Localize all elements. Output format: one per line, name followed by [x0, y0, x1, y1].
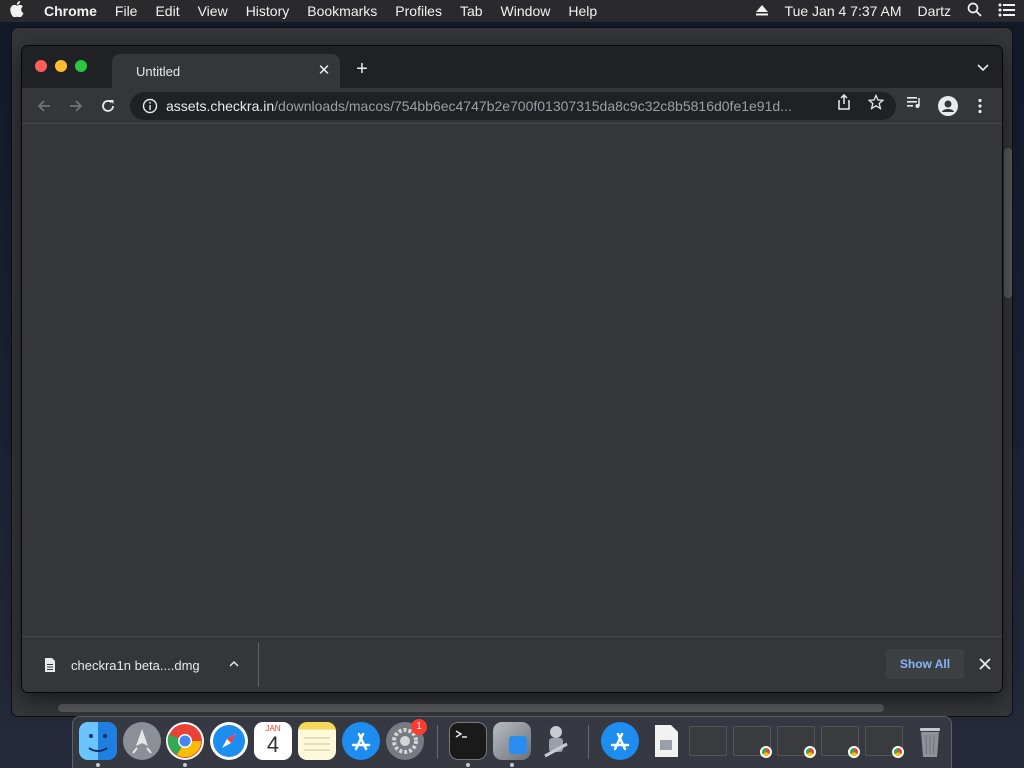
chrome-icon[interactable]	[166, 722, 204, 760]
menu-bar: Chrome File Edit View History Bookmarks …	[0, 0, 1024, 22]
calendar-day: 4	[266, 732, 280, 757]
user-name[interactable]: Dartz	[910, 3, 959, 19]
window-maximize-button[interactable]	[75, 60, 87, 72]
minimized-chrome-window[interactable]	[821, 726, 860, 758]
minimized-chrome-window[interactable]	[733, 726, 772, 758]
tab-search-chevron-icon[interactable]	[976, 60, 990, 74]
dock-divider	[588, 725, 589, 759]
forward-button[interactable]	[66, 96, 86, 116]
divider	[258, 643, 259, 687]
window-close-button[interactable]	[35, 60, 47, 72]
media-queue-icon[interactable]	[906, 94, 922, 110]
new-tab-button[interactable]: +	[352, 59, 372, 79]
chrome-badge-icon	[804, 746, 816, 758]
running-indicator	[466, 763, 470, 767]
menu-history[interactable]: History	[237, 3, 299, 19]
back-button[interactable]	[34, 96, 54, 116]
running-indicator	[510, 763, 514, 767]
minimized-chrome-window[interactable]	[865, 726, 904, 758]
trash-icon[interactable]	[911, 722, 949, 760]
apple-menu-icon[interactable]	[0, 1, 34, 21]
automator-icon[interactable]	[537, 722, 575, 760]
notes-icon[interactable]	[298, 722, 336, 760]
download-item[interactable]: checkra1n beta....dmg	[22, 637, 258, 692]
tab-untitled[interactable]: Untitled ✕	[112, 54, 340, 88]
download-shelf: checkra1n beta....dmg Show All	[22, 636, 1002, 692]
bookmark-star-icon[interactable]	[868, 94, 884, 110]
chrome-badge-icon	[760, 746, 772, 758]
horizontal-scrollbar[interactable]	[58, 704, 884, 712]
safari-icon[interactable]	[210, 722, 248, 760]
vertical-scrollbar[interactable]	[1004, 148, 1012, 298]
show-all-button[interactable]: Show All	[886, 649, 964, 679]
finder-icon[interactable]	[79, 722, 117, 760]
menu-file[interactable]: File	[106, 3, 147, 19]
url-path: /downloads/macos/754bb6ec4747b2e700f0130…	[274, 98, 792, 114]
dock-divider	[437, 725, 438, 759]
browser-toolbar: assets.checkra.in/downloads/macos/754bb6…	[22, 88, 1002, 124]
site-info-icon[interactable]	[142, 98, 158, 114]
document-icon[interactable]	[647, 722, 685, 760]
spotlight-search-icon[interactable]	[959, 2, 990, 20]
app-store-icon[interactable]	[342, 722, 380, 760]
download-file-name: checkra1n beta....dmg	[71, 657, 200, 673]
arrow-right-icon	[70, 100, 83, 112]
chrome-badge-icon	[848, 746, 860, 758]
tab-close-icon[interactable]: ✕	[316, 63, 332, 79]
menu-help[interactable]: Help	[559, 3, 606, 19]
menu-window[interactable]: Window	[492, 3, 560, 19]
arrow-left-icon	[37, 100, 50, 112]
calendar-icon[interactable]: JAN 4	[254, 722, 292, 760]
notification-center-icon[interactable]	[990, 3, 1024, 20]
tab-title: Untitled	[136, 63, 181, 79]
menu-tab[interactable]: Tab	[451, 3, 492, 19]
dock: JAN 4 1	[72, 716, 952, 768]
menu-view[interactable]: View	[189, 3, 237, 19]
url-host: assets.checkra.in	[166, 98, 275, 114]
browser-window: Untitled ✕ + assets.checkra.in/downloads…	[22, 46, 1002, 692]
kebab-menu-icon[interactable]	[972, 98, 988, 114]
reload-icon	[102, 100, 114, 112]
app-menu-chrome[interactable]: Chrome	[34, 3, 106, 19]
notification-badge: 1	[411, 719, 427, 735]
share-icon[interactable]	[836, 94, 852, 110]
launchpad-icon[interactable]	[123, 722, 161, 760]
address-bar[interactable]: assets.checkra.in/downloads/macos/754bb6…	[130, 92, 896, 120]
menu-bookmarks[interactable]: Bookmarks	[298, 3, 386, 19]
migration-assistant-icon[interactable]	[493, 722, 531, 760]
close-icon[interactable]	[978, 657, 992, 671]
running-indicator	[96, 763, 100, 767]
running-indicator	[183, 763, 187, 767]
chevron-up-icon[interactable]	[228, 658, 240, 670]
menu-profiles[interactable]: Profiles	[386, 3, 451, 19]
eject-icon[interactable]	[747, 3, 777, 19]
terminal-icon[interactable]	[449, 722, 487, 760]
app-store-download-icon[interactable]	[601, 722, 639, 760]
minimized-chrome-window[interactable]	[777, 726, 816, 758]
window-minimize-button[interactable]	[55, 60, 67, 72]
reload-button[interactable]	[98, 96, 118, 116]
system-preferences-icon[interactable]: 1	[386, 719, 427, 760]
file-icon	[45, 658, 55, 672]
profile-avatar-icon[interactable]	[938, 96, 958, 116]
menu-edit[interactable]: Edit	[146, 3, 188, 19]
tab-strip: Untitled ✕ +	[22, 46, 1002, 88]
clock[interactable]: Tue Jan 4 7:37 AM	[777, 3, 910, 19]
minimized-window-thumbnail[interactable]	[689, 726, 727, 756]
chrome-badge-icon	[892, 746, 904, 758]
page-content[interactable]	[22, 124, 1002, 636]
